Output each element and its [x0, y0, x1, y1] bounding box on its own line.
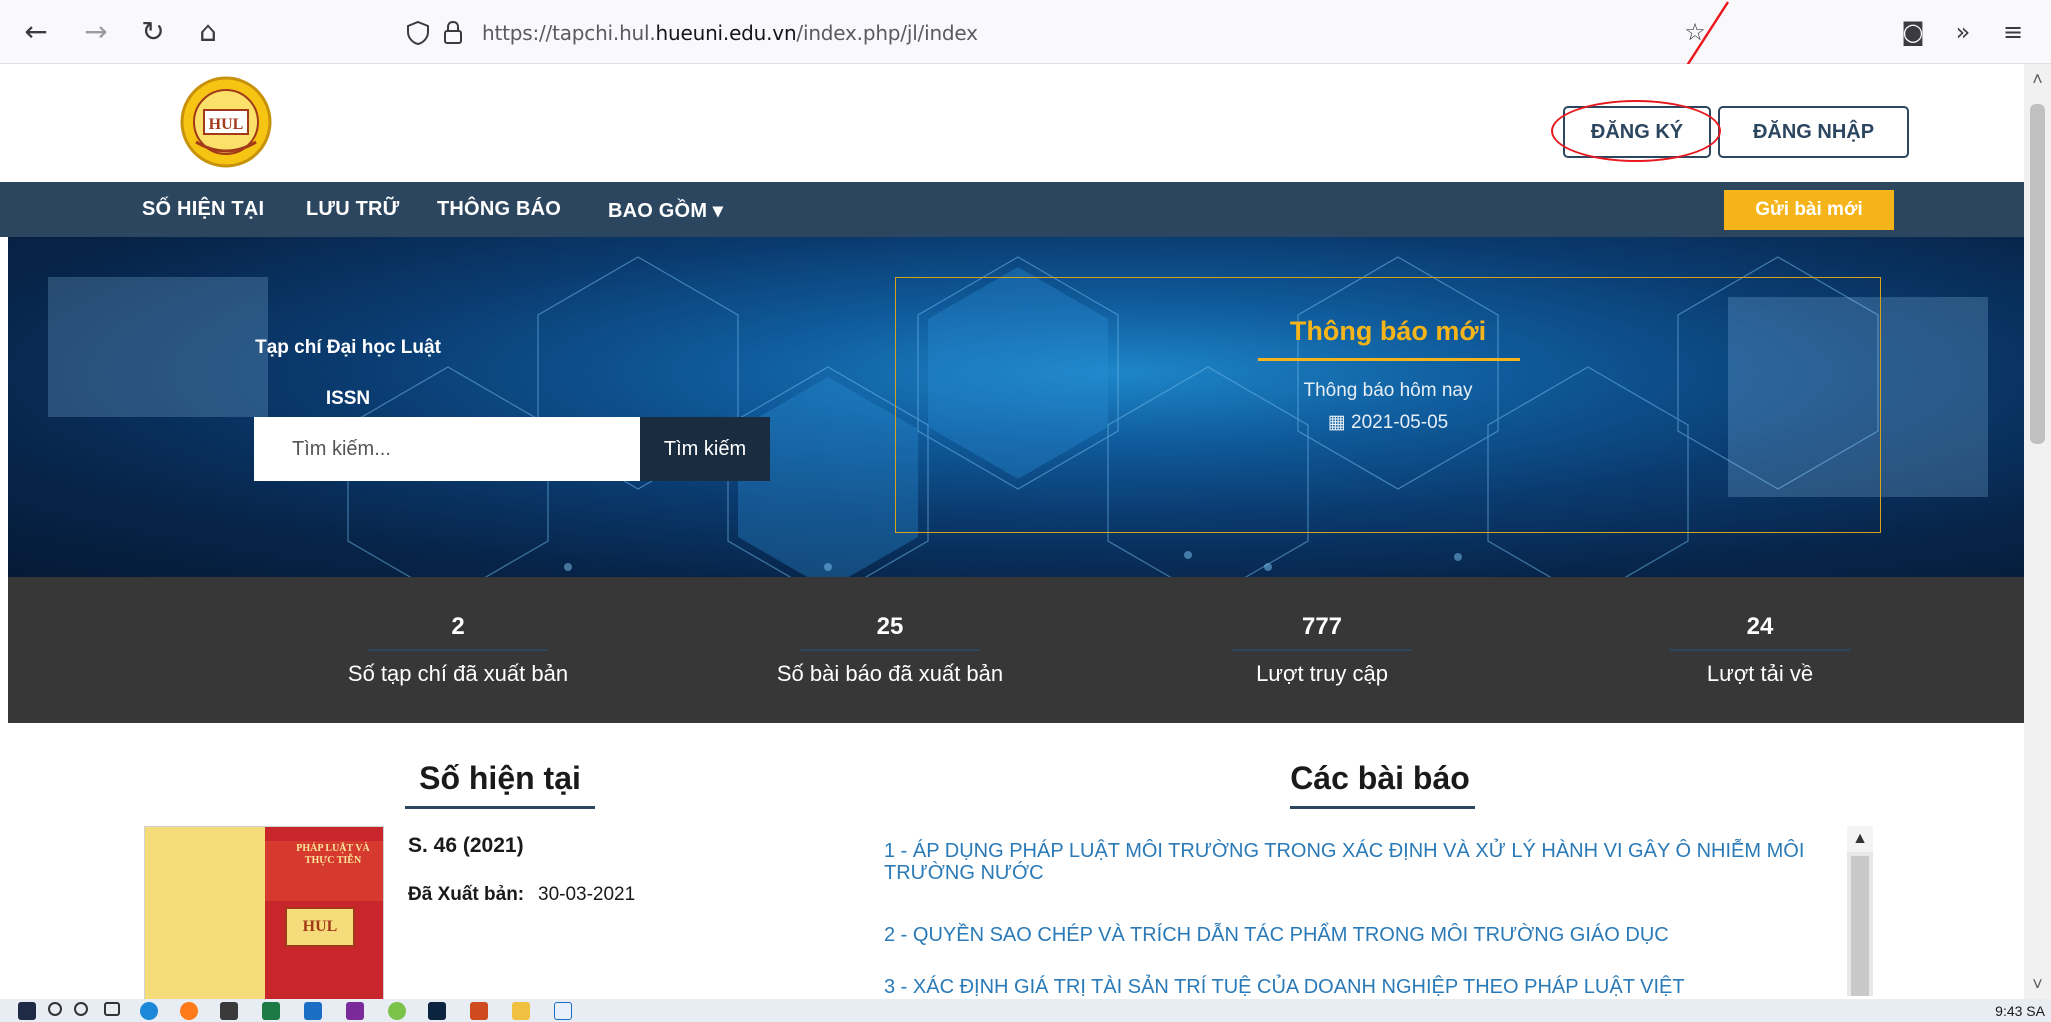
stat-divider — [800, 649, 980, 651]
powerpoint-icon[interactable] — [470, 1002, 488, 1020]
scrollbar-thumb[interactable] — [1851, 856, 1869, 996]
login-button[interactable]: ĐĂNG NHẬP — [1718, 106, 1909, 158]
outlook-icon[interactable] — [304, 1002, 322, 1020]
stat-downloads: 24 Lượt tải về — [1550, 613, 1970, 687]
issn-label: ISSN — [325, 388, 371, 409]
university-logo[interactable]: HUL — [172, 74, 280, 170]
calendar-icon: ▦ — [1327, 412, 1352, 433]
published-label: Đã Xuất bản: — [408, 884, 525, 905]
announcement-date: 2021-05-05 — [1351, 412, 1449, 433]
start-icon[interactable] — [18, 1002, 36, 1020]
hero-banner: Tạp chí Đại học Luật ISSN Tìm kiếm Thông… — [8, 237, 2024, 577]
stat-articles-value: 25 — [876, 613, 904, 640]
main-navbar: SỐ HIỆN TẠI LƯU TRỮ THÔNG BÁO BAO GỒM ▾ … — [0, 182, 2024, 237]
nav-current-issue[interactable]: SỐ HIỆN TẠI — [142, 198, 264, 221]
stat-articles: 25 Số bài báo đã xuất bản — [680, 613, 1100, 687]
search-icon[interactable] — [48, 1002, 62, 1016]
stat-visits: 777 Lượt truy cập — [1112, 613, 1532, 687]
article-link[interactable]: 3 - XÁC ĐỊNH GIÁ TRỊ TÀI SẢN TRÍ TUỆ CỦA… — [884, 976, 1844, 996]
issue-title[interactable]: S. 46 (2021) — [408, 834, 524, 858]
pocket-icon[interactable]: ◙ — [1895, 14, 1931, 50]
clock[interactable]: 9:43 SA — [1995, 1003, 2045, 1019]
stat-visits-value: 777 — [1301, 613, 1343, 640]
page-scrollbar-thumb[interactable] — [2030, 104, 2045, 444]
published-date: 30-03-2021 — [538, 884, 636, 905]
zalo-icon[interactable] — [554, 1002, 572, 1020]
announcement-subtitle[interactable]: Thông báo hôm nay — [896, 380, 1880, 402]
extensions-overflow-icon[interactable]: » — [1945, 14, 1981, 50]
submit-article-button[interactable]: Gửi bài mới — [1724, 190, 1894, 230]
stat-divider — [368, 649, 548, 651]
file-explorer-icon[interactable] — [512, 1002, 530, 1020]
article-link[interactable]: 1 - ÁP DỤNG PHÁP LUẬT MÔI TRƯỜNG TRONG X… — [884, 840, 1844, 884]
cortana-icon[interactable] — [74, 1002, 88, 1016]
article-link[interactable]: 2 - QUYỀN SAO CHÉP VÀ TRÍCH DẪN TÁC PHẨM… — [884, 924, 1844, 946]
current-issue-heading-underline — [405, 806, 595, 809]
nav-archive[interactable]: LƯU TRỮ — [306, 198, 399, 221]
stat-divider — [1232, 649, 1412, 651]
url-text: https://tapchi.hul.hueuni.edu.vn/index.p… — [482, 21, 978, 45]
nav-announcements[interactable]: THÔNG BÁO — [437, 198, 561, 221]
browser-toolbar: ← → ↻ ⌂ https://tapchi.hul.hueuni.edu.vn… — [0, 0, 2051, 64]
cover-title: PHÁP LUẬT VÀ THỰC TIỄN — [296, 843, 370, 866]
page-scroll-up-icon[interactable]: ˄ — [2024, 64, 2051, 94]
task-view-icon[interactable] — [104, 1002, 120, 1016]
search-button[interactable]: Tìm kiếm — [640, 417, 770, 481]
cover-logo: HUL — [285, 907, 355, 947]
svg-text:HUL: HUL — [209, 116, 244, 133]
announcement-title[interactable]: Thông báo mới — [896, 316, 1880, 347]
stat-divider — [1670, 649, 1850, 651]
edge-icon[interactable] — [140, 1002, 158, 1020]
scroll-up-icon[interactable]: ▲ — [1847, 826, 1873, 852]
lock-icon — [444, 20, 462, 44]
articles-heading: Các bài báo — [1290, 760, 1470, 796]
articles-heading-underline — [1290, 806, 1475, 809]
nav-about-dropdown[interactable]: BAO GỒM ▾ — [608, 198, 723, 223]
reload-icon[interactable]: ↻ — [135, 14, 171, 50]
stat-issues-value: 2 — [451, 613, 465, 640]
address-bar[interactable]: https://tapchi.hul.hueuni.edu.vn/index.p… — [385, 10, 1885, 54]
back-icon[interactable]: ← — [18, 14, 54, 50]
search-input[interactable] — [254, 417, 640, 481]
menu-icon[interactable]: ≡ — [1995, 14, 2031, 50]
site-header: HUL ĐĂNG KÝ ĐĂNG NHẬP — [0, 64, 2024, 182]
excel-icon[interactable] — [262, 1002, 280, 1020]
page-scrollbar[interactable]: ˄ ˅ — [2024, 64, 2051, 999]
store-icon[interactable] — [220, 1002, 238, 1020]
page-scroll-down-icon[interactable]: ˅ — [2024, 969, 2051, 999]
journal-title: Tạp chí Đại học Luật — [255, 337, 441, 358]
announcement-title-underline — [1258, 358, 1520, 361]
bookmark-star-icon[interactable]: ☆ — [1677, 14, 1713, 50]
stat-downloads-value: 24 — [1746, 613, 1774, 640]
stat-issues-label: Số tạp chí đã xuất bản — [347, 661, 569, 686]
announcement-panel: Thông báo mới Thông báo hôm nay ▦ 2021-0… — [895, 277, 1881, 533]
articles-list: 1 - ÁP DỤNG PHÁP LUẬT MÔI TRƯỜNG TRONG X… — [884, 826, 1874, 996]
register-button[interactable]: ĐĂNG KÝ — [1563, 106, 1711, 158]
photoshop-icon[interactable] — [428, 1002, 446, 1020]
stat-issues: 2 Số tạp chí đã xuất bản — [248, 613, 668, 687]
stat-downloads-label: Lượt tải về — [1706, 661, 1814, 686]
app-icon[interactable] — [388, 1002, 406, 1020]
stat-articles-label: Số bài báo đã xuất bản — [776, 661, 1004, 686]
home-icon[interactable]: ⌂ — [190, 14, 226, 50]
issue-cover-image[interactable]: PHÁP LUẬT VÀ THỰC TIỄN HUL — [144, 826, 384, 1006]
forward-icon[interactable]: → — [78, 14, 114, 50]
current-issue-heading: Số hiện tại — [419, 760, 581, 796]
statistics-bar: 2 Số tạp chí đã xuất bản 25 Số bài báo đ… — [8, 577, 2024, 723]
stat-visits-label: Lượt truy cập — [1256, 661, 1388, 686]
announcement-date-row: ▦ 2021-05-05 — [896, 411, 1880, 434]
shield-icon — [407, 20, 429, 46]
windows-taskbar: 9:43 SA — [0, 999, 2051, 1022]
onenote-icon[interactable] — [346, 1002, 364, 1020]
articles-scrollbar[interactable]: ▲ — [1847, 826, 1873, 996]
firefox-icon[interactable] — [180, 1002, 198, 1020]
